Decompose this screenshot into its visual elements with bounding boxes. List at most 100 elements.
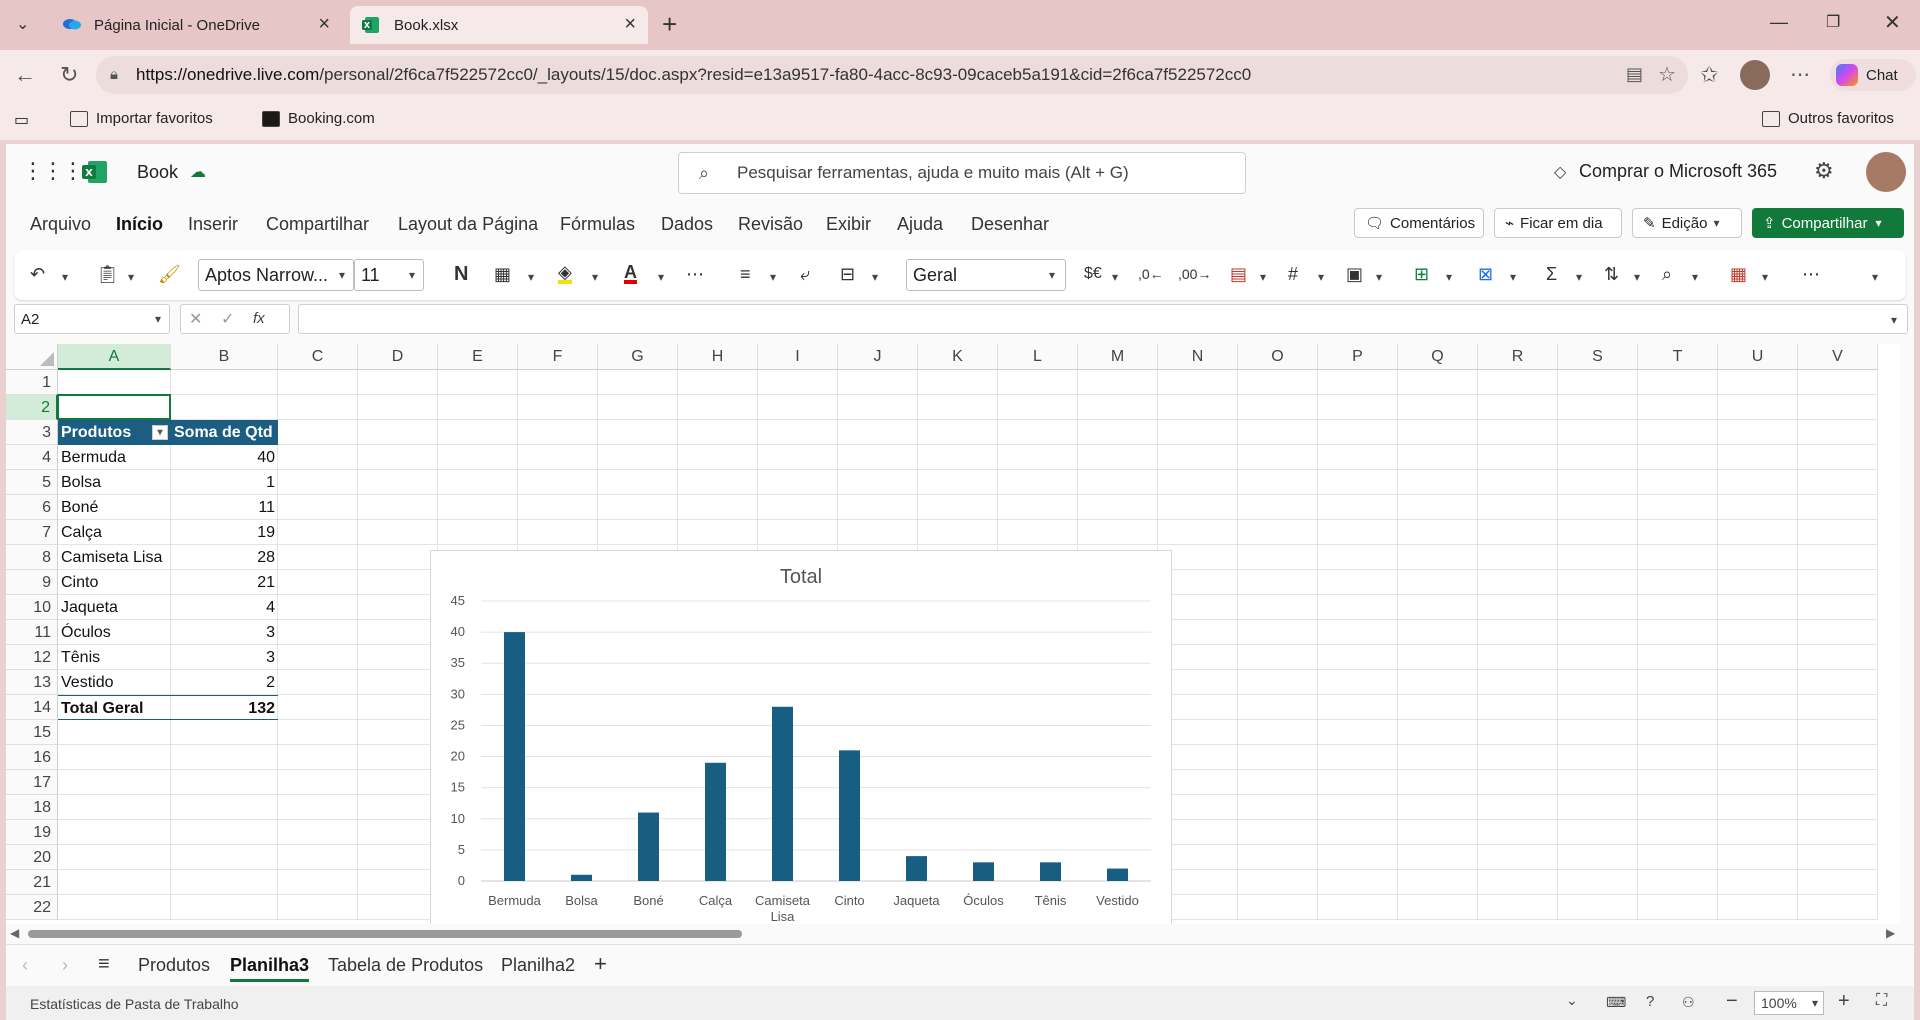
column-header-a[interactable]: A	[58, 344, 171, 370]
bar-chart[interactable]: Total 0 5 10 15 20 25 30 35 40 45 Bermuda Bolsa Boné…	[430, 550, 1172, 924]
row-header-7[interactable]: 7	[6, 520, 58, 545]
user-avatar[interactable]	[1866, 152, 1906, 192]
addins-icon[interactable]: ▦	[1730, 264, 1747, 284]
chevron-down-icon[interactable]: ▾	[1576, 267, 1582, 287]
pivot-row-value[interactable]: 1	[171, 470, 278, 495]
more-font-options-icon[interactable]: ⋯	[686, 264, 704, 284]
row-header-5[interactable]: 5	[6, 470, 58, 495]
menu-layout[interactable]: Layout da Página	[398, 214, 538, 235]
pivot-row-label[interactable]: Boné	[58, 495, 171, 520]
row-header-3[interactable]: 3	[6, 420, 58, 445]
chevron-down-icon[interactable]: ▾	[1446, 267, 1452, 287]
menu-inicio[interactable]: Início	[116, 214, 163, 235]
chevron-down-icon[interactable]: ▾	[1260, 267, 1266, 287]
select-all-corner[interactable]	[6, 344, 58, 370]
fill-color-icon[interactable]: ◈	[558, 263, 572, 284]
help-icon[interactable]: ?	[1646, 993, 1654, 1010]
column-header-r[interactable]: R	[1478, 344, 1558, 370]
row-header-18[interactable]: 18	[6, 795, 58, 820]
add-sheet-button[interactable]: +	[594, 951, 607, 977]
chevron-down-icon[interactable]: ▾	[528, 267, 534, 287]
confirm-entry-icon[interactable]: ✓	[221, 309, 234, 329]
close-icon[interactable]: ×	[624, 14, 636, 34]
format-table-icon[interactable]: #	[1288, 264, 1298, 284]
tab-list-chevron-icon[interactable]: ⌄	[16, 14, 29, 34]
column-header-f[interactable]: F	[518, 344, 598, 370]
pivot-row-value[interactable]: 11	[171, 495, 278, 520]
keyboard-icon[interactable]: ⌨	[1606, 994, 1626, 1011]
undo-icon[interactable]: ↶	[30, 264, 45, 284]
pivot-row-value[interactable]: 4	[171, 595, 278, 620]
font-size-box[interactable]: 11 ▾	[354, 259, 424, 291]
prev-sheet-icon[interactable]: ‹	[22, 955, 28, 976]
restore-icon[interactable]: ❐	[1826, 12, 1840, 32]
pivot-row-value[interactable]: 21	[171, 570, 278, 595]
conditional-format-icon[interactable]: ▤	[1230, 264, 1247, 284]
delete-cells-icon[interactable]: ⊠	[1478, 264, 1493, 284]
scroll-right-icon[interactable]: ▶	[1886, 926, 1895, 940]
pivot-row-label[interactable]: Tênis	[58, 645, 171, 670]
row-header-2[interactable]: 2	[6, 395, 58, 420]
row-header-12[interactable]: 12	[6, 645, 58, 670]
address-bar[interactable]: 🔒︎ https://onedrive.live.com/personal/2f…	[96, 56, 1688, 94]
sort-filter-icon[interactable]: ⇅	[1604, 264, 1619, 284]
chevron-down-icon[interactable]: ▾	[1692, 267, 1698, 287]
font-name-box[interactable]: Aptos Narrow... ▾	[198, 259, 354, 291]
column-header-d[interactable]: D	[358, 344, 438, 370]
row-header-19[interactable]: 19	[6, 820, 58, 845]
scroll-left-icon[interactable]: ◀	[10, 926, 19, 940]
column-header-u[interactable]: U	[1718, 344, 1798, 370]
chevron-down-icon[interactable]: ▾	[1891, 313, 1897, 327]
next-sheet-icon[interactable]: ›	[62, 955, 68, 976]
menu-dados[interactable]: Dados	[661, 214, 713, 235]
zoom-in-button[interactable]: +	[1838, 990, 1850, 1013]
chevron-down-icon[interactable]: ⌄	[1566, 992, 1578, 1009]
format-painter-icon[interactable]: 🖌︎	[158, 264, 181, 284]
menu-arquivo[interactable]: Arquivo	[30, 214, 91, 235]
borders-icon[interactable]: ▦	[494, 264, 511, 284]
autosum-icon[interactable]: Σ	[1546, 264, 1557, 284]
workbook-statistics[interactable]: Estatísticas de Pasta de Trabalho	[30, 996, 239, 1012]
pivot-row-label[interactable]: Óculos	[58, 620, 171, 645]
sheet-tab-planilha2[interactable]: Planilha2	[501, 955, 575, 976]
row-header-15[interactable]: 15	[6, 720, 58, 745]
row-header-16[interactable]: 16	[6, 745, 58, 770]
chevron-down-icon[interactable]: ▾	[1376, 267, 1382, 287]
name-box[interactable]: A2 ▾	[14, 304, 170, 334]
app-launcher-icon[interactable]: ⋮⋮⋮	[22, 158, 84, 184]
editing-mode-button[interactable]: ✎ Edição ▾	[1632, 208, 1742, 238]
row-header-8[interactable]: 8	[6, 545, 58, 570]
favorite-star-icon[interactable]: ☆	[1658, 62, 1676, 87]
profile-avatar[interactable]	[1740, 60, 1770, 90]
pivot-header-produtos[interactable]: Produtos ▾	[58, 420, 171, 445]
zoom-out-button[interactable]: −	[1726, 990, 1738, 1013]
pivot-row-label[interactable]: Bermuda	[58, 445, 171, 470]
decrease-decimal-icon[interactable]: ,0←	[1138, 264, 1164, 284]
wrap-text-icon[interactable]: ⤶	[800, 264, 810, 284]
menu-inserir[interactable]: Inserir	[188, 214, 238, 235]
other-favorites[interactable]: Outros favoritos	[1762, 110, 1894, 127]
menu-revisao[interactable]: Revisão	[738, 214, 803, 235]
ribbon-expand-chevron-icon[interactable]: ▾	[1872, 267, 1878, 287]
column-header-e[interactable]: E	[438, 344, 518, 370]
row-header-4[interactable]: 4	[6, 445, 58, 470]
chevron-down-icon[interactable]: ▾	[1318, 267, 1324, 287]
row-header-13[interactable]: 13	[6, 670, 58, 695]
chevron-down-icon[interactable]: ▾	[1112, 267, 1118, 287]
cancel-entry-icon[interactable]: ✕	[189, 309, 202, 329]
clipboard-icon[interactable]: 📋︎	[96, 264, 119, 284]
collections-icon[interactable]: ▭	[14, 110, 29, 130]
column-header-c[interactable]: C	[278, 344, 358, 370]
chevron-down-icon[interactable]: ▾	[592, 267, 598, 287]
pivot-row-label[interactable]: Vestido	[58, 670, 171, 695]
pivot-row-value[interactable]: 28	[171, 545, 278, 570]
row-header-6[interactable]: 6	[6, 495, 58, 520]
menu-exibir[interactable]: Exibir	[826, 214, 871, 235]
align-icon[interactable]: ≡	[740, 264, 751, 284]
pivot-row-value[interactable]: 19	[171, 520, 278, 545]
sheet-tab-planilha3[interactable]: Planilha3	[230, 955, 310, 982]
reader-view-icon[interactable]: ▤	[1626, 64, 1643, 85]
share-button[interactable]: ⇪ Compartilhar ▾	[1752, 208, 1904, 238]
currency-format-button[interactable]: $€	[1084, 264, 1102, 284]
menu-ajuda[interactable]: Ajuda	[897, 214, 943, 235]
